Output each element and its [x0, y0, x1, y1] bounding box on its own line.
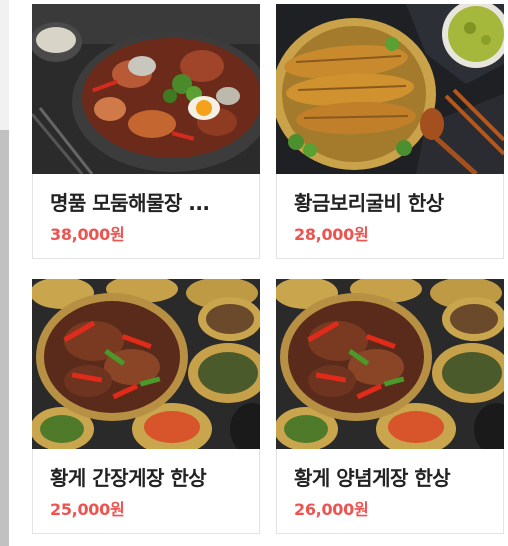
product-price: 26,000원	[294, 500, 369, 519]
product-image-dried-croaker[interactable]	[276, 4, 504, 174]
product-card[interactable]: 황게 간장게장 한상 25,000원	[32, 279, 260, 534]
product-grid-page: 명품 모둠해물장 ... 38,000원 황금보리굴비 한상 28,000원 황…	[0, 0, 508, 546]
product-title[interactable]: 황게 간장게장 한상	[50, 462, 246, 491]
product-image-soy-crab[interactable]	[32, 279, 260, 449]
product-card[interactable]: 황게 양념게장 한상 26,000원	[276, 279, 504, 534]
vertical-scrollbar[interactable]	[0, 0, 9, 546]
product-card[interactable]: 명품 모둠해물장 ... 38,000원	[32, 4, 260, 259]
product-title[interactable]: 명품 모둠해물장 ...	[50, 187, 246, 216]
product-title[interactable]: 황금보리굴비 한상	[294, 187, 490, 216]
product-title[interactable]: 황게 양념게장 한상	[294, 462, 490, 491]
product-price: 28,000원	[294, 225, 369, 244]
product-image-spicy-crab[interactable]	[276, 279, 504, 449]
scrollbar-thumb[interactable]	[0, 130, 9, 546]
product-price: 38,000원	[50, 225, 125, 244]
product-card[interactable]: 황금보리굴비 한상 28,000원	[276, 4, 504, 259]
product-image-seafood-jang[interactable]	[32, 4, 260, 174]
product-price: 25,000원	[50, 500, 125, 519]
